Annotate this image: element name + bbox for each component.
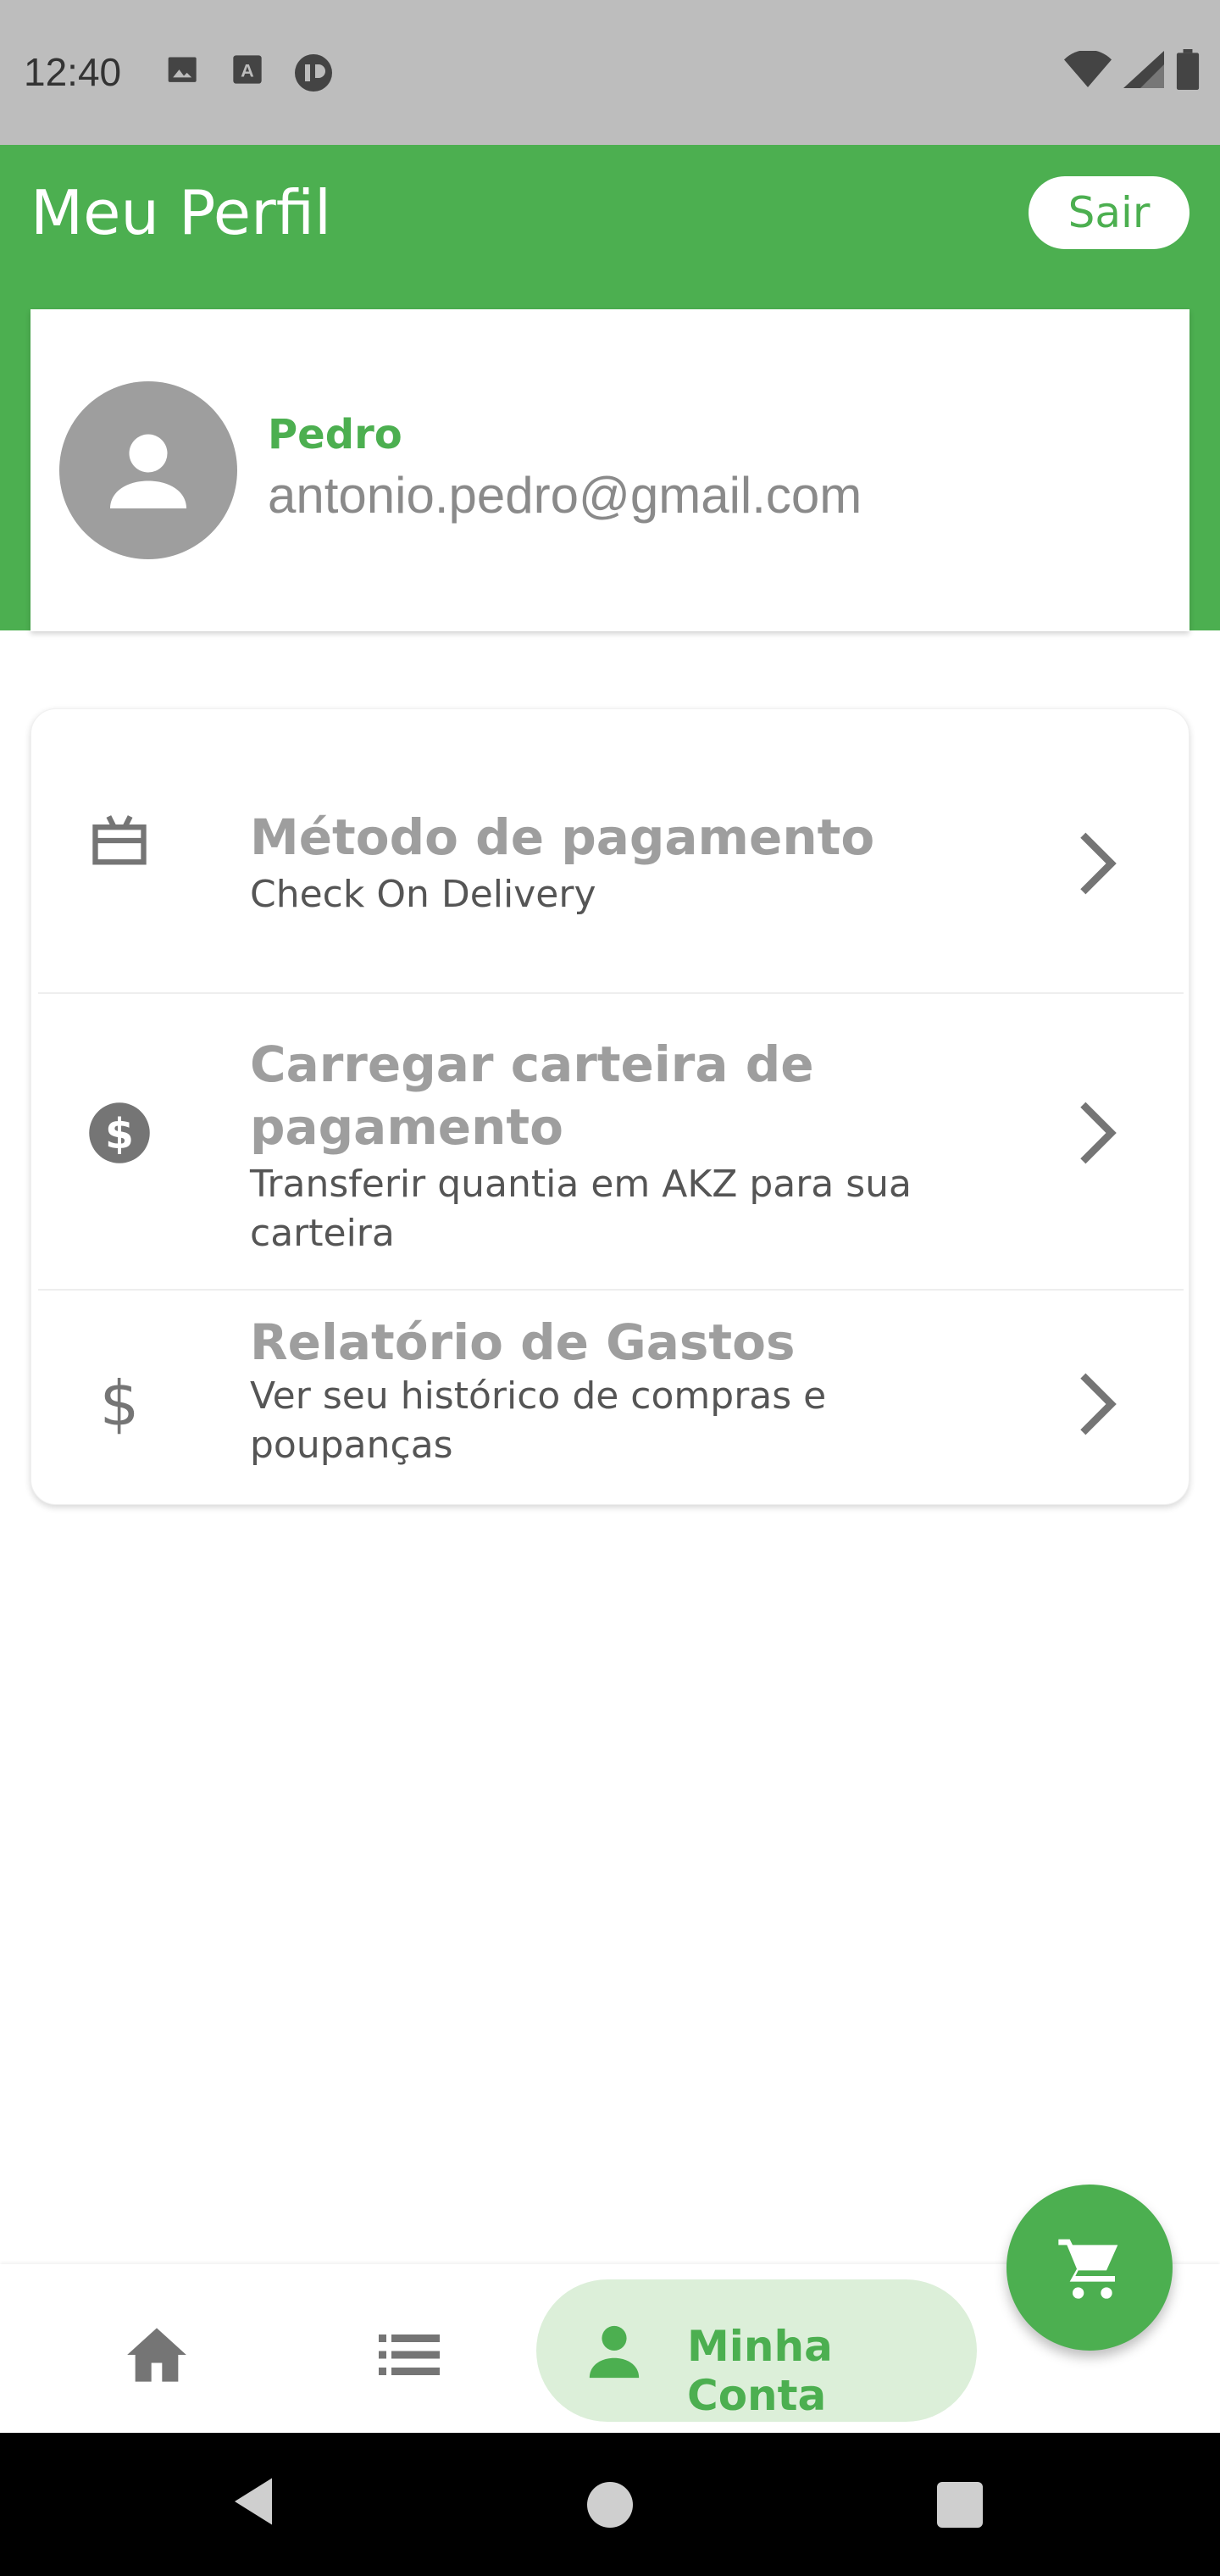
page-title: Meu Perfil — [30, 177, 332, 248]
dollar-icon: $ — [86, 1368, 153, 1436]
gallery-notification-icon — [165, 53, 202, 93]
profile-card: Pedro antonio.pedro@gmail.com — [30, 309, 1190, 631]
app-notification-icon — [293, 53, 334, 97]
svg-text:$: $ — [100, 1368, 140, 1436]
option-subtitle: Check On Delivery — [250, 873, 596, 916]
option-payment-method[interactable]: Método de pagamento Check On Delivery — [31, 709, 1190, 992]
nav-list[interactable] — [371, 2317, 447, 2393]
profile-name: Pedro — [268, 411, 402, 458]
dollar-circle-icon: $ — [86, 1099, 153, 1167]
recents-square-icon[interactable] — [937, 2482, 983, 2528]
status-bar: 12:40 A — [0, 0, 1220, 145]
chevron-right-icon — [1072, 830, 1123, 897]
back-icon[interactable] — [229, 2473, 278, 2533]
cart-button[interactable] — [1006, 2185, 1173, 2351]
nav-home[interactable] — [119, 2317, 195, 2393]
avatar — [59, 381, 237, 559]
svg-text:A: A — [241, 59, 254, 80]
account-options-card: Método de pagamento Check On Delivery $ … — [30, 708, 1190, 1505]
chevron-right-icon — [1072, 1099, 1123, 1167]
person-icon — [110, 434, 186, 508]
wifi-icon — [1064, 51, 1112, 87]
svg-text:$: $ — [105, 1111, 134, 1158]
signal-icon — [1123, 51, 1164, 88]
font-notification-icon: A — [230, 53, 264, 90]
battery-icon — [1176, 49, 1200, 90]
status-time: 12:40 — [24, 50, 122, 94]
status-indicators — [1064, 49, 1200, 90]
nav-my-account-label: Minha Conta — [687, 2322, 833, 2420]
option-subtitle: Transferir quantia em AKZ para sua carte… — [250, 1163, 912, 1255]
chevron-right-icon — [1072, 1370, 1123, 1438]
cart-icon — [1058, 2239, 1118, 2299]
profile-email: antonio.pedro@gmail.com — [268, 467, 862, 524]
option-load-wallet[interactable]: $ Carregar carteira de pagamento Transfe… — [31, 994, 1190, 1289]
option-spending-report[interactable]: $ Relatório de Gastos Ver seu histórico … — [31, 1291, 1190, 1504]
home-icon — [127, 2328, 186, 2382]
option-title: Relatório de Gastos — [250, 1313, 796, 1371]
home-circle-icon[interactable] — [587, 2482, 633, 2528]
list-icon — [379, 2334, 440, 2375]
nav-my-account[interactable]: Minha Conta — [536, 2279, 977, 2422]
system-navigation-bar — [0, 2433, 1220, 2576]
payment-card-icon — [86, 807, 153, 874]
person-icon — [579, 2315, 650, 2386]
option-title: Carregar carteira de pagamento — [250, 1035, 814, 1156]
option-subtitle: Ver seu histórico de compras e poupanças — [250, 1374, 827, 1467]
option-title: Método de pagamento — [250, 808, 875, 866]
logout-button[interactable]: Sair — [1029, 176, 1190, 249]
